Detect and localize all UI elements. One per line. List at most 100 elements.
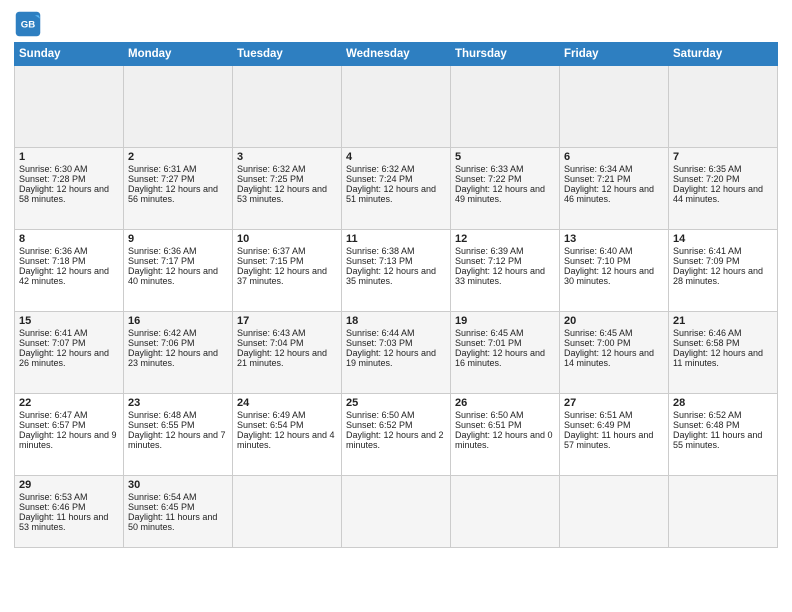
daylight: Daylight: 12 hours and 58 minutes. xyxy=(19,184,119,204)
day-number: 12 xyxy=(455,233,555,245)
daylight: Daylight: 12 hours and 0 minutes. xyxy=(455,430,555,450)
sunrise: Sunrise: 6:47 AM xyxy=(19,410,119,420)
table-row: 30Sunrise: 6:54 AMSunset: 6:45 PMDayligh… xyxy=(124,476,233,548)
table-row: 13Sunrise: 6:40 AMSunset: 7:10 PMDayligh… xyxy=(560,230,669,312)
daylight: Daylight: 12 hours and 30 minutes. xyxy=(564,266,664,286)
sunrise: Sunrise: 6:49 AM xyxy=(237,410,337,420)
svg-text:GB: GB xyxy=(21,20,35,31)
table-row xyxy=(560,476,669,548)
sunrise: Sunrise: 6:41 AM xyxy=(19,328,119,338)
daylight: Daylight: 11 hours and 53 minutes. xyxy=(19,512,119,532)
day-number: 4 xyxy=(346,151,446,163)
daylight: Daylight: 12 hours and 16 minutes. xyxy=(455,348,555,368)
sunset: Sunset: 7:18 PM xyxy=(19,256,119,266)
sunset: Sunset: 7:15 PM xyxy=(237,256,337,266)
sunrise: Sunrise: 6:43 AM xyxy=(237,328,337,338)
sunset: Sunset: 6:52 PM xyxy=(346,420,446,430)
sunset: Sunset: 7:21 PM xyxy=(564,174,664,184)
table-row xyxy=(451,66,560,148)
table-row: 2Sunrise: 6:31 AMSunset: 7:27 PMDaylight… xyxy=(124,148,233,230)
sunset: Sunset: 7:12 PM xyxy=(455,256,555,266)
col-tuesday: Tuesday xyxy=(233,43,342,66)
table-row xyxy=(124,66,233,148)
daylight: Daylight: 12 hours and 4 minutes. xyxy=(237,430,337,450)
header: GB xyxy=(14,10,778,38)
daylight: Daylight: 12 hours and 2 minutes. xyxy=(346,430,446,450)
table-row: 14Sunrise: 6:41 AMSunset: 7:09 PMDayligh… xyxy=(669,230,778,312)
daylight: Daylight: 12 hours and 49 minutes. xyxy=(455,184,555,204)
sunset: Sunset: 7:17 PM xyxy=(128,256,228,266)
col-monday: Monday xyxy=(124,43,233,66)
logo: GB xyxy=(14,10,46,38)
sunrise: Sunrise: 6:34 AM xyxy=(564,164,664,174)
day-number: 14 xyxy=(673,233,773,245)
table-row: 23Sunrise: 6:48 AMSunset: 6:55 PMDayligh… xyxy=(124,394,233,476)
daylight: Daylight: 12 hours and 21 minutes. xyxy=(237,348,337,368)
sunset: Sunset: 7:03 PM xyxy=(346,338,446,348)
table-row xyxy=(342,66,451,148)
sunrise: Sunrise: 6:39 AM xyxy=(455,246,555,256)
sunset: Sunset: 7:09 PM xyxy=(673,256,773,266)
table-row xyxy=(560,66,669,148)
sunset: Sunset: 7:28 PM xyxy=(19,174,119,184)
day-number: 22 xyxy=(19,397,119,409)
day-number: 13 xyxy=(564,233,664,245)
col-friday: Friday xyxy=(560,43,669,66)
daylight: Daylight: 12 hours and 23 minutes. xyxy=(128,348,228,368)
header-row: Sunday Monday Tuesday Wednesday Thursday… xyxy=(15,43,778,66)
table-row: 26Sunrise: 6:50 AMSunset: 6:51 PMDayligh… xyxy=(451,394,560,476)
daylight: Daylight: 12 hours and 7 minutes. xyxy=(128,430,228,450)
table-row: 10Sunrise: 6:37 AMSunset: 7:15 PMDayligh… xyxy=(233,230,342,312)
daylight: Daylight: 12 hours and 35 minutes. xyxy=(346,266,446,286)
day-number: 20 xyxy=(564,315,664,327)
table-row: 7Sunrise: 6:35 AMSunset: 7:20 PMDaylight… xyxy=(669,148,778,230)
sunset: Sunset: 7:07 PM xyxy=(19,338,119,348)
day-number: 30 xyxy=(128,479,228,491)
sunrise: Sunrise: 6:41 AM xyxy=(673,246,773,256)
daylight: Daylight: 12 hours and 56 minutes. xyxy=(128,184,228,204)
day-number: 2 xyxy=(128,151,228,163)
sunrise: Sunrise: 6:37 AM xyxy=(237,246,337,256)
daylight: Daylight: 12 hours and 28 minutes. xyxy=(673,266,773,286)
day-number: 10 xyxy=(237,233,337,245)
table-row: 20Sunrise: 6:45 AMSunset: 7:00 PMDayligh… xyxy=(560,312,669,394)
day-number: 23 xyxy=(128,397,228,409)
day-number: 25 xyxy=(346,397,446,409)
table-row: 22Sunrise: 6:47 AMSunset: 6:57 PMDayligh… xyxy=(15,394,124,476)
day-number: 16 xyxy=(128,315,228,327)
logo-icon: GB xyxy=(14,10,42,38)
table-row: 1Sunrise: 6:30 AMSunset: 7:28 PMDaylight… xyxy=(15,148,124,230)
daylight: Daylight: 12 hours and 44 minutes. xyxy=(673,184,773,204)
table-row: 19Sunrise: 6:45 AMSunset: 7:01 PMDayligh… xyxy=(451,312,560,394)
sunset: Sunset: 7:20 PM xyxy=(673,174,773,184)
day-number: 27 xyxy=(564,397,664,409)
table-row: 27Sunrise: 6:51 AMSunset: 6:49 PMDayligh… xyxy=(560,394,669,476)
day-number: 1 xyxy=(19,151,119,163)
sunset: Sunset: 7:00 PM xyxy=(564,338,664,348)
daylight: Daylight: 12 hours and 33 minutes. xyxy=(455,266,555,286)
sunrise: Sunrise: 6:33 AM xyxy=(455,164,555,174)
sunset: Sunset: 7:06 PM xyxy=(128,338,228,348)
day-number: 15 xyxy=(19,315,119,327)
daylight: Daylight: 12 hours and 14 minutes. xyxy=(564,348,664,368)
day-number: 29 xyxy=(19,479,119,491)
day-number: 8 xyxy=(19,233,119,245)
sunset: Sunset: 6:58 PM xyxy=(673,338,773,348)
table-row: 28Sunrise: 6:52 AMSunset: 6:48 PMDayligh… xyxy=(669,394,778,476)
table-row: 24Sunrise: 6:49 AMSunset: 6:54 PMDayligh… xyxy=(233,394,342,476)
table-row: 6Sunrise: 6:34 AMSunset: 7:21 PMDaylight… xyxy=(560,148,669,230)
sunrise: Sunrise: 6:44 AM xyxy=(346,328,446,338)
daylight: Daylight: 12 hours and 11 minutes. xyxy=(673,348,773,368)
daylight: Daylight: 12 hours and 51 minutes. xyxy=(346,184,446,204)
sunrise: Sunrise: 6:32 AM xyxy=(237,164,337,174)
day-number: 3 xyxy=(237,151,337,163)
sunset: Sunset: 7:25 PM xyxy=(237,174,337,184)
sunset: Sunset: 7:22 PM xyxy=(455,174,555,184)
day-number: 18 xyxy=(346,315,446,327)
sunrise: Sunrise: 6:31 AM xyxy=(128,164,228,174)
sunrise: Sunrise: 6:54 AM xyxy=(128,492,228,502)
sunrise: Sunrise: 6:45 AM xyxy=(455,328,555,338)
col-wednesday: Wednesday xyxy=(342,43,451,66)
sunset: Sunset: 6:54 PM xyxy=(237,420,337,430)
sunset: Sunset: 6:45 PM xyxy=(128,502,228,512)
